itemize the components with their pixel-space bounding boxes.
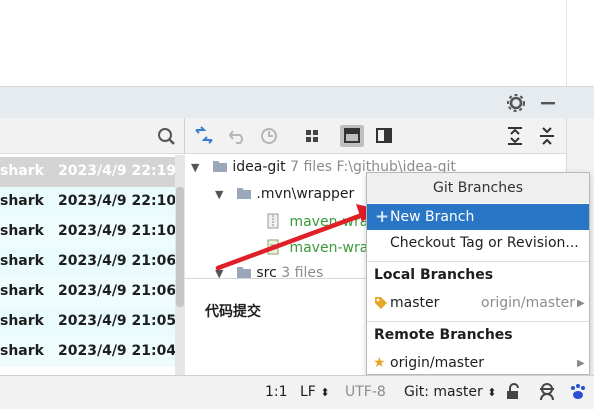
log-date: 2023/4/9 21:04 [58, 343, 175, 359]
log-author: shark [0, 343, 44, 359]
submenu-arrow-icon: ▶ [577, 358, 585, 369]
log-scrollbar[interactable] [175, 155, 185, 375]
properties-file-icon [267, 239, 279, 255]
log-date: 2023/4/9 22:10 [58, 193, 175, 209]
log-date: 2023/4/9 21:06 [58, 253, 175, 269]
log-row[interactable]: shark 2023/4/9 21:06 [0, 277, 175, 307]
log-row[interactable]: shark 2023/4/9 21:10 [0, 217, 175, 247]
commit-log-list: shark 2023/4/9 22:19 shark 2023/4/9 22:1… [0, 155, 175, 375]
plus-icon: + [375, 207, 390, 227]
group-by-icon[interactable] [306, 130, 318, 142]
git-branch-label: Git: master [404, 384, 483, 400]
expand-arrow-icon[interactable]: ▼ [191, 161, 199, 174]
toolbar-icons [158, 125, 554, 147]
search-icon[interactable] [158, 128, 175, 145]
checkout-tag-label: Checkout Tag or Revision... [390, 235, 579, 251]
log-date: 2023/4/9 21:06 [58, 283, 175, 299]
local-branch-tracking: origin/master [481, 295, 575, 311]
line-separator-label: LF [300, 384, 316, 400]
star-icon: ★ [373, 355, 386, 371]
new-branch-label: New Branch [390, 209, 475, 225]
inspector-icon[interactable] [537, 382, 557, 402]
commit-message-text: 代码提交 [205, 304, 261, 320]
log-author: shark [0, 193, 44, 209]
expand-all-icon[interactable] [508, 127, 522, 145]
log-row[interactable]: shark 2023/4/9 22:10 [0, 187, 175, 217]
log-scrollbar-thumb[interactable] [176, 187, 184, 307]
expand-arrow-icon[interactable]: ▼ [215, 267, 223, 278]
cursor-position[interactable]: 1:1 [265, 384, 288, 400]
remote-branches-header: Remote Branches [374, 327, 513, 343]
log-author: shark [0, 253, 44, 269]
folder-icon [236, 188, 251, 199]
log-author: shark [0, 313, 44, 329]
line-separator[interactable]: LF ⬍ [300, 384, 330, 400]
log-row[interactable]: shark 2023/4/9 22:19 [0, 157, 175, 187]
panel-header-icons [507, 94, 555, 112]
log-date: 2023/4/9 21:05 [58, 313, 175, 329]
toolbar-divider [184, 118, 185, 154]
expand-arrow-icon[interactable]: ▼ [215, 188, 223, 201]
tree-root-name: idea-git [232, 159, 286, 175]
history-icon[interactable] [261, 128, 277, 144]
popup-divider [367, 261, 589, 262]
git-branches-popup: Git Branches + New Branch Checkout Tag o… [366, 172, 590, 375]
submenu-arrow-icon: ▶ [577, 298, 585, 309]
folder-icon [212, 161, 227, 172]
log-row[interactable]: shark 2023/4/9 21:05 [0, 307, 175, 337]
remote-branch-name: origin/master [390, 355, 484, 371]
baidu-paw-icon[interactable] [568, 382, 588, 402]
log-date: 2023/4/9 22:19 [58, 163, 175, 179]
collapse-all-icon[interactable] [540, 127, 554, 145]
preview-diff-icon[interactable] [340, 125, 364, 147]
lock-icon[interactable] [505, 383, 521, 401]
file-encoding[interactable]: UTF-8 [345, 384, 386, 400]
show-diff-icon[interactable] [195, 126, 213, 144]
git-branch-widget[interactable]: Git: master ⬍ [404, 384, 496, 400]
folder-icon [236, 267, 251, 278]
popup-title: Git Branches [367, 173, 589, 203]
vcs-toolbar [0, 118, 594, 154]
tree-node-src[interactable]: ▼ src 3 files [215, 265, 323, 278]
editor-scroll-strip [566, 0, 594, 86]
tree-node-mvn[interactable]: ▼ .mvn\wrapper [215, 186, 354, 214]
tree-mvn-name: .mvn\wrapper [256, 186, 355, 202]
git-panel-header [0, 86, 594, 118]
editor-area[interactable] [0, 0, 566, 86]
remote-branch-origin-master[interactable]: ★ origin/master ▶ [367, 350, 589, 376]
updown-arrow-icon: ⬍ [320, 386, 330, 399]
log-date: 2023/4/9 21:10 [58, 223, 175, 239]
rollback-icon[interactable] [228, 130, 243, 144]
tree-src-name: src [256, 265, 277, 278]
tag-icon [375, 297, 387, 309]
updown-arrow-icon: ⬍ [487, 386, 497, 399]
log-author: shark [0, 283, 44, 299]
local-branch-master[interactable]: master origin/master ▶ [367, 290, 589, 316]
log-row[interactable]: shark 2023/4/9 21:06 [0, 247, 175, 277]
log-row[interactable]: shark 2023/4/9 21:04 [0, 337, 175, 367]
log-author: shark [0, 163, 44, 179]
checkout-tag-item[interactable]: Checkout Tag or Revision... [367, 230, 589, 256]
status-bar: 1:1 LF ⬍ UTF-8 Git: master ⬍ [0, 375, 594, 409]
ide-window: shark 2023/4/9 22:19 shark 2023/4/9 22:1… [0, 0, 594, 409]
log-author: shark [0, 223, 44, 239]
settings-icon[interactable] [507, 94, 525, 112]
tree-src-meta: 3 files [281, 265, 324, 278]
local-branches-header: Local Branches [374, 267, 494, 283]
new-branch-item[interactable]: + New Branch [367, 204, 589, 230]
local-branch-name: master [390, 295, 440, 311]
jar-file-icon [267, 213, 279, 229]
popup-divider [367, 321, 589, 322]
layout-icon[interactable] [376, 128, 392, 143]
minimize-icon[interactable] [541, 102, 555, 105]
